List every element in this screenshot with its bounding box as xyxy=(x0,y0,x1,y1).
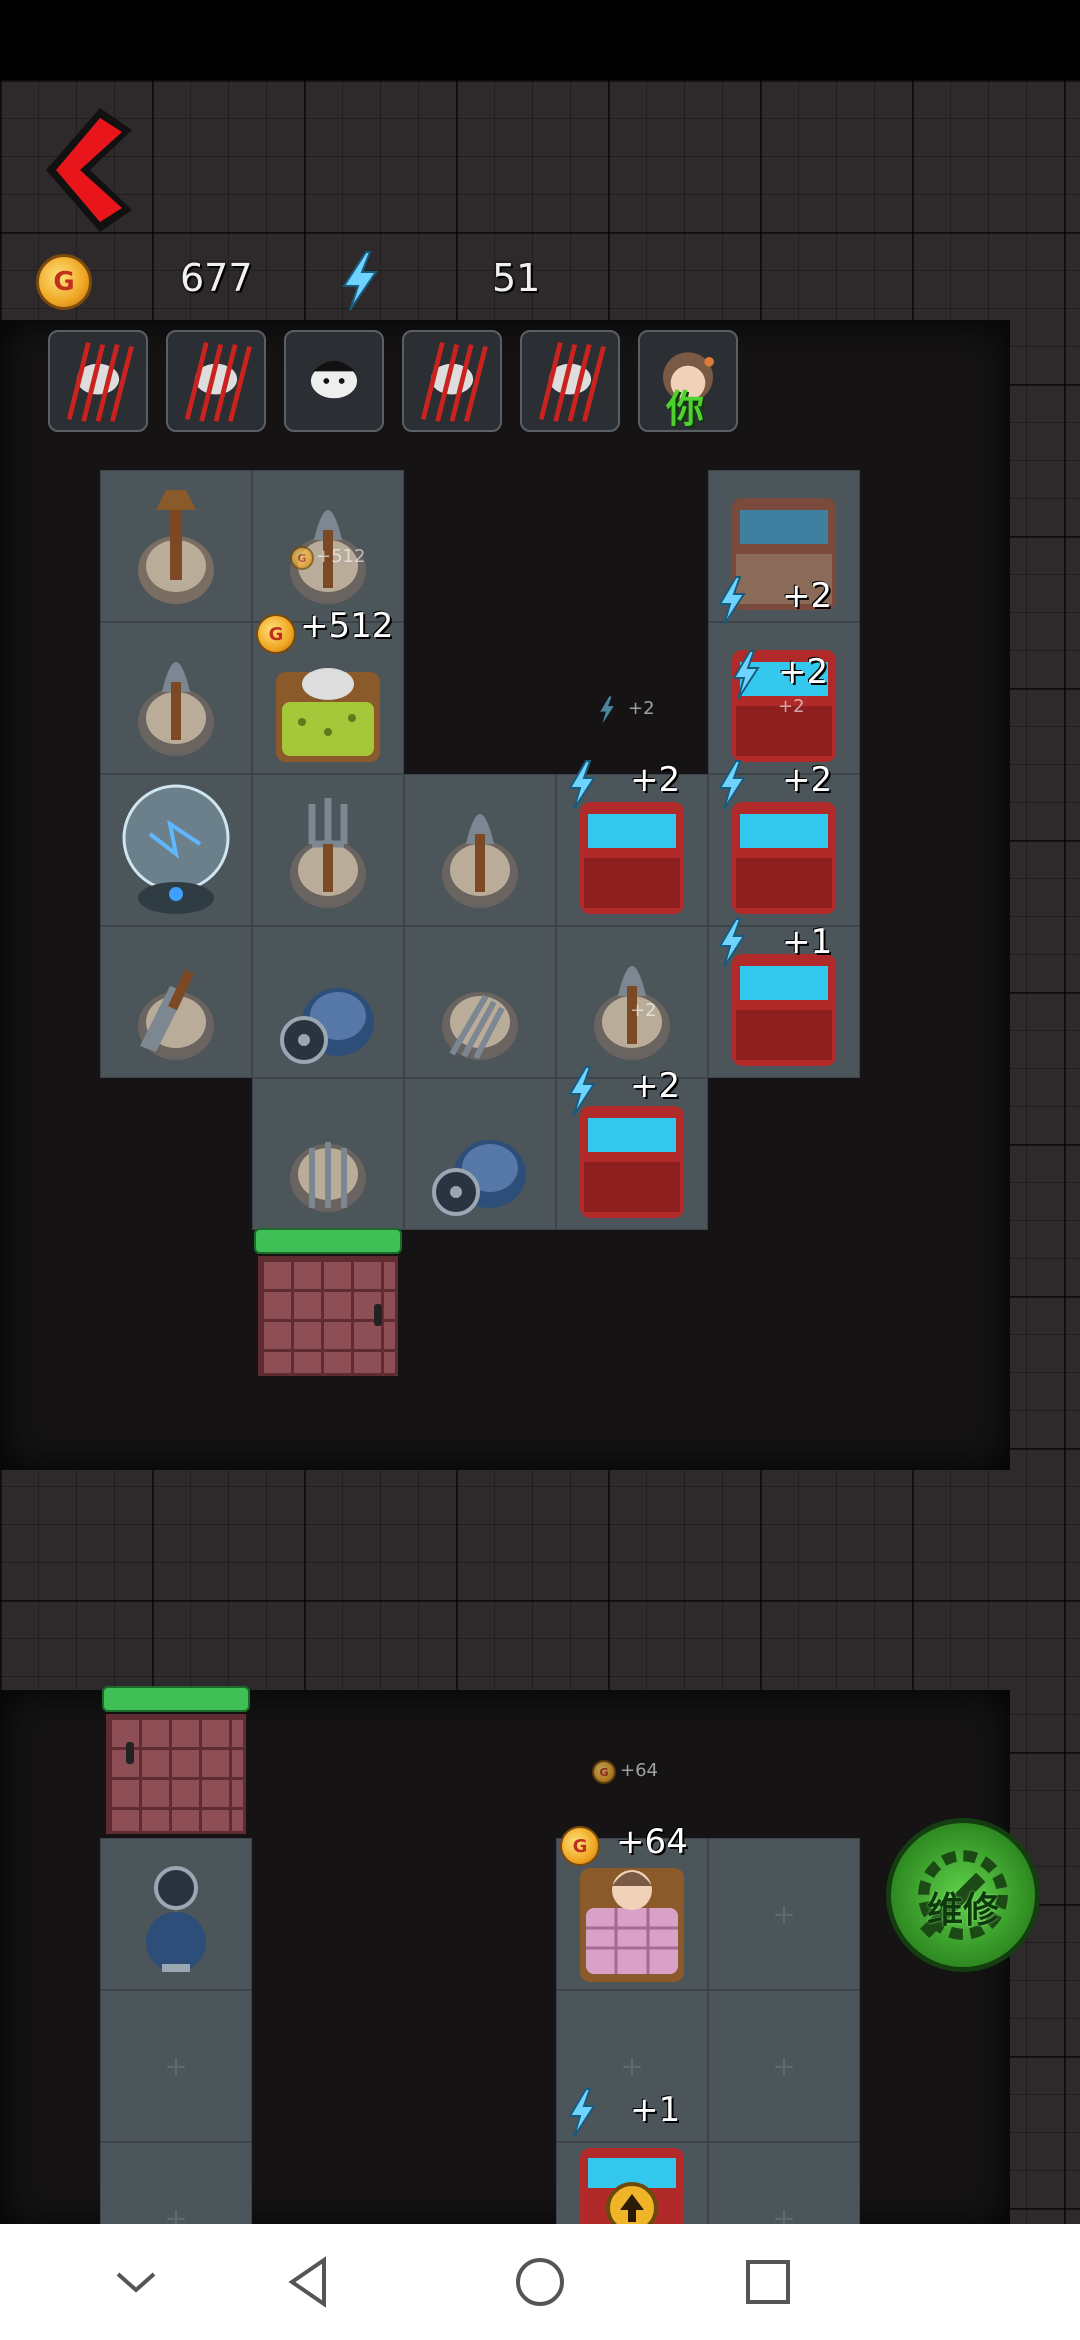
door-health-bar xyxy=(102,1686,250,1712)
gold-count: 677 xyxy=(180,256,253,300)
room-door[interactable] xyxy=(254,1228,402,1376)
chevron-down-icon xyxy=(116,2272,156,2293)
gold-bonus: +64 xyxy=(616,1822,688,1862)
fork-turret[interactable] xyxy=(404,926,556,1078)
energy-count: 51 xyxy=(492,256,541,300)
room-cell[interactable] xyxy=(708,2142,860,2224)
room-cell[interactable] xyxy=(100,2142,252,2224)
nav-home-button[interactable] xyxy=(512,2254,568,2310)
ghost-slash-icon xyxy=(420,342,488,422)
shovel-pot-icon xyxy=(138,662,214,756)
system-nav-bar xyxy=(0,2224,1080,2340)
gold-bonus: +512 xyxy=(300,606,394,646)
gold-coin-icon: G xyxy=(592,1760,616,1784)
gold-coin-letter: G xyxy=(53,267,75,297)
fan-turret-icon xyxy=(146,1866,206,1972)
fork-turret[interactable] xyxy=(252,1078,404,1230)
shovel-pot-icon xyxy=(442,814,518,908)
ghost-slash-icon xyxy=(538,342,606,422)
shovel-turret[interactable] xyxy=(404,774,556,926)
you-label: 你 xyxy=(666,387,705,431)
energy-bonus: +2 xyxy=(782,576,833,616)
repair-button[interactable]: 维修 xyxy=(886,1818,1040,1972)
gold-coin-icon: G xyxy=(560,1826,600,1866)
home-circle-icon xyxy=(516,2258,564,2306)
gold-bonus-small: +512 xyxy=(316,546,366,567)
fan-pot-icon xyxy=(432,1140,526,1216)
nav-recents-button[interactable] xyxy=(740,2254,796,2310)
shovel-turret[interactable] xyxy=(100,622,252,774)
gold-bonus-small: +64 xyxy=(620,1760,658,1781)
back-triangle-icon xyxy=(288,2256,326,2308)
energy-bolt-icon xyxy=(718,918,746,968)
fan-pot-icon xyxy=(280,988,374,1064)
energy-bolt-icon xyxy=(568,1066,596,1116)
fork-pot-icon xyxy=(442,992,518,1060)
energy-bonus: +1 xyxy=(630,2090,681,2130)
room-cell[interactable] xyxy=(708,1990,860,2142)
shovel-turret[interactable] xyxy=(100,926,252,1078)
status-bar xyxy=(0,0,1080,80)
energy-bolt-icon xyxy=(600,696,614,724)
ghost-slash-icon xyxy=(66,342,134,422)
fork-turret[interactable] xyxy=(252,774,404,926)
ghost-avatar-slashed[interactable] xyxy=(48,330,148,432)
energy-bonus: +2 xyxy=(778,652,829,692)
tesla-orb-icon xyxy=(122,784,230,914)
ghost-avatar[interactable] xyxy=(284,330,384,432)
nav-hide-button[interactable] xyxy=(108,2254,164,2310)
fork-pot-icon xyxy=(290,798,366,908)
ghost-avatar-slashed[interactable] xyxy=(166,330,266,432)
energy-bolt-icon xyxy=(732,650,760,700)
room-cell[interactable] xyxy=(708,1838,860,1990)
ghost-avatar-slashed[interactable] xyxy=(402,330,502,432)
room-cell[interactable] xyxy=(100,1990,252,2142)
ghost-face-icon xyxy=(310,360,358,399)
back-button[interactable] xyxy=(40,100,140,240)
door-health-bar xyxy=(254,1228,402,1254)
tesla-orb[interactable] xyxy=(100,774,252,926)
player-avatar[interactable]: 你 xyxy=(638,330,738,432)
fan-turret[interactable] xyxy=(404,1078,556,1230)
fork-pot-icon xyxy=(290,1142,366,1212)
energy-bolt-icon xyxy=(568,760,596,810)
energy-bolt-icon xyxy=(718,760,746,810)
energy-bonus: +2 xyxy=(782,760,833,800)
energy-bonus: +2 xyxy=(630,760,681,800)
room-door[interactable] xyxy=(102,1686,250,1834)
shovel-turret[interactable] xyxy=(100,470,252,622)
ghost-slash-icon xyxy=(184,342,252,422)
energy-bolt-icon xyxy=(568,2088,596,2138)
fan-turret[interactable] xyxy=(100,1838,252,1990)
gold-coin-icon: G xyxy=(256,614,296,654)
door-knob xyxy=(126,1742,134,1764)
nav-back-button[interactable] xyxy=(282,2254,338,2310)
door-knob xyxy=(374,1304,382,1326)
ghost-avatar-slashed[interactable] xyxy=(520,330,620,432)
gold-coin-icon: G xyxy=(290,546,314,570)
brush-pot-icon xyxy=(138,490,214,604)
energy-bonus-small: +2 xyxy=(778,696,805,717)
energy-bolt-icon xyxy=(342,251,378,311)
recents-square-icon xyxy=(746,2260,790,2304)
energy-bolt-icon xyxy=(718,576,746,626)
energy-bonus: +1 xyxy=(782,922,833,962)
door-panel xyxy=(106,1714,246,1834)
gold-coin-icon: G xyxy=(36,254,92,310)
back-arrow-icon xyxy=(46,108,132,232)
energy-bonus-small: +2 xyxy=(630,1000,657,1021)
energy-bonus: +2 xyxy=(630,1066,681,1106)
repair-label: 维修 xyxy=(926,1890,999,1931)
shovel-pot-icon xyxy=(138,969,214,1060)
energy-bonus-small: +2 xyxy=(628,698,655,719)
fan-turret[interactable] xyxy=(252,926,404,1078)
